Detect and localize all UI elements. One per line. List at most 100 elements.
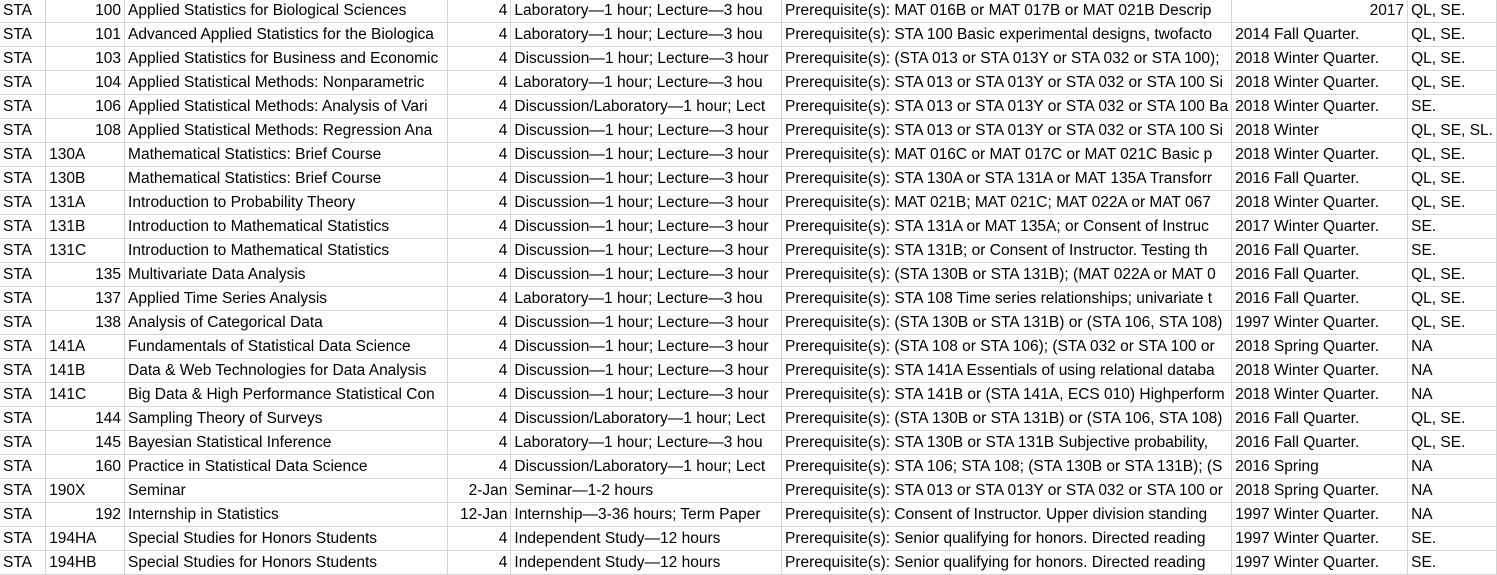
number-cell[interactable]: 106 (45, 94, 126, 119)
prerequisites-cell[interactable]: Prerequisite(s): Senior qualifying for h… (781, 550, 1233, 575)
subject-cell[interactable]: STA (0, 454, 47, 479)
ge-cell[interactable]: QL, SE. (1407, 142, 1497, 167)
format-cell[interactable]: Discussion—1 hour; Lecture—3 hour (510, 166, 783, 191)
subject-cell[interactable]: STA (0, 550, 47, 575)
title-cell[interactable]: Sampling Theory of Surveys (124, 406, 448, 431)
title-cell[interactable]: Practice in Statistical Data Science (124, 454, 448, 479)
subject-cell[interactable]: STA (0, 118, 47, 143)
first-offered-cell[interactable]: 2018 Spring Quarter. (1231, 478, 1409, 503)
first-offered-cell[interactable]: 2018 Winter Quarter. (1231, 46, 1409, 71)
title-cell[interactable]: Introduction to Probability Theory (124, 190, 448, 215)
units-cell[interactable]: 4 (446, 46, 512, 71)
format-cell[interactable]: Discussion—1 hour; Lecture—3 hour (510, 262, 783, 287)
ge-cell[interactable]: QL, SE. (1407, 430, 1497, 455)
first-offered-cell[interactable]: 1997 Winter Quarter. (1231, 550, 1409, 575)
ge-cell[interactable]: QL, SE. (1407, 286, 1497, 311)
units-cell[interactable]: 4 (446, 94, 512, 119)
first-offered-cell[interactable]: 2018 Spring Quarter. (1231, 334, 1409, 359)
format-cell[interactable]: Discussion/Laboratory—1 hour; Lect (510, 406, 783, 431)
units-cell[interactable]: 4 (446, 310, 512, 335)
units-cell[interactable]: 4 (446, 286, 512, 311)
format-cell[interactable]: Laboratory—1 hour; Lecture—3 hou (510, 430, 783, 455)
ge-cell[interactable]: QL, SE. (1407, 22, 1497, 47)
prerequisites-cell[interactable]: Prerequisite(s): (STA 108 or STA 106); (… (781, 334, 1233, 359)
first-offered-cell[interactable]: 2016 Fall Quarter. (1231, 262, 1409, 287)
first-offered-cell[interactable]: 2018 Winter Quarter. (1231, 190, 1409, 215)
ge-cell[interactable]: NA (1407, 382, 1497, 407)
format-cell[interactable]: Laboratory—1 hour; Lecture—3 hou (510, 0, 783, 23)
number-cell[interactable]: 135 (45, 262, 126, 287)
first-offered-cell[interactable]: 2016 Fall Quarter. (1231, 430, 1409, 455)
first-offered-cell[interactable]: 2016 Fall Quarter. (1231, 166, 1409, 191)
prerequisites-cell[interactable]: Prerequisite(s): (STA 130B or STA 131B) … (781, 406, 1233, 431)
format-cell[interactable]: Discussion—1 hour; Lecture—3 hour (510, 46, 783, 71)
units-cell[interactable]: 4 (446, 22, 512, 47)
units-cell[interactable]: 4 (446, 142, 512, 167)
subject-cell[interactable]: STA (0, 358, 47, 383)
ge-cell[interactable]: NA (1407, 478, 1497, 503)
title-cell[interactable]: Applied Statistics for Business and Econ… (124, 46, 448, 71)
subject-cell[interactable]: STA (0, 406, 47, 431)
title-cell[interactable]: Applied Statistical Methods: Regression … (124, 118, 448, 143)
subject-cell[interactable]: STA (0, 70, 47, 95)
number-cell[interactable]: 104 (45, 70, 126, 95)
title-cell[interactable]: Mathematical Statistics: Brief Course (124, 166, 448, 191)
format-cell[interactable]: Discussion/Laboratory—1 hour; Lect (510, 454, 783, 479)
number-cell[interactable]: 138 (45, 310, 126, 335)
ge-cell[interactable]: QL, SE, SL. (1407, 118, 1497, 143)
subject-cell[interactable]: STA (0, 430, 47, 455)
first-offered-cell[interactable]: 1997 Winter Quarter. (1231, 502, 1409, 527)
format-cell[interactable]: Discussion—1 hour; Lecture—3 hour (510, 382, 783, 407)
first-offered-cell[interactable]: 2018 Winter Quarter. (1231, 142, 1409, 167)
first-offered-cell[interactable]: 1997 Winter Quarter. (1231, 310, 1409, 335)
subject-cell[interactable]: STA (0, 22, 47, 47)
format-cell[interactable]: Independent Study—12 hours (510, 526, 783, 551)
units-cell[interactable]: 4 (446, 262, 512, 287)
title-cell[interactable]: Applied Statistics for Biological Scienc… (124, 0, 448, 23)
title-cell[interactable]: Special Studies for Honors Students (124, 550, 448, 575)
subject-cell[interactable]: STA (0, 502, 47, 527)
units-cell[interactable]: 4 (446, 334, 512, 359)
title-cell[interactable]: Applied Statistical Methods: Analysis of… (124, 94, 448, 119)
prerequisites-cell[interactable]: Prerequisite(s): Senior qualifying for h… (781, 526, 1233, 551)
subject-cell[interactable]: STA (0, 190, 47, 215)
number-cell[interactable]: 160 (45, 454, 126, 479)
ge-cell[interactable]: SE. (1407, 238, 1497, 263)
prerequisites-cell[interactable]: Prerequisite(s): STA 013 or STA 013Y or … (781, 118, 1233, 143)
number-cell[interactable]: 144 (45, 406, 126, 431)
prerequisites-cell[interactable]: Prerequisite(s): STA 108 Time series rel… (781, 286, 1233, 311)
number-cell[interactable]: 131A (45, 190, 126, 215)
title-cell[interactable]: Introduction to Mathematical Statistics (124, 214, 448, 239)
prerequisites-cell[interactable]: Prerequisite(s): STA 131A or MAT 135A; o… (781, 214, 1233, 239)
title-cell[interactable]: Analysis of Categorical Data (124, 310, 448, 335)
format-cell[interactable]: Laboratory—1 hour; Lecture—3 hou (510, 70, 783, 95)
ge-cell[interactable]: QL, SE. (1407, 190, 1497, 215)
number-cell[interactable]: 190X (45, 478, 126, 503)
number-cell[interactable]: 130A (45, 142, 126, 167)
ge-cell[interactable]: QL, SE. (1407, 406, 1497, 431)
prerequisites-cell[interactable]: Prerequisite(s): Consent of Instructor. … (781, 502, 1233, 527)
units-cell[interactable]: 4 (446, 70, 512, 95)
format-cell[interactable]: Discussion—1 hour; Lecture—3 hour (510, 310, 783, 335)
first-offered-cell[interactable]: 2018 Winter (1231, 118, 1409, 143)
ge-cell[interactable]: NA (1407, 502, 1497, 527)
format-cell[interactable]: Laboratory—1 hour; Lecture—3 hou (510, 22, 783, 47)
first-offered-cell[interactable]: 2018 Winter Quarter. (1231, 358, 1409, 383)
subject-cell[interactable]: STA (0, 214, 47, 239)
prerequisites-cell[interactable]: Prerequisite(s): STA 100 Basic experimen… (781, 22, 1233, 47)
units-cell[interactable]: 4 (446, 214, 512, 239)
prerequisites-cell[interactable]: Prerequisite(s): STA 013 or STA 013Y or … (781, 94, 1233, 119)
number-cell[interactable]: 131B (45, 214, 126, 239)
first-offered-cell[interactable]: 2016 Fall Quarter. (1231, 238, 1409, 263)
title-cell[interactable]: Applied Time Series Analysis (124, 286, 448, 311)
units-cell[interactable]: 4 (446, 358, 512, 383)
format-cell[interactable]: Discussion—1 hour; Lecture—3 hour (510, 142, 783, 167)
number-cell[interactable]: 192 (45, 502, 126, 527)
units-cell[interactable]: 4 (446, 166, 512, 191)
number-cell[interactable]: 131C (45, 238, 126, 263)
number-cell[interactable]: 103 (45, 46, 126, 71)
ge-cell[interactable]: NA (1407, 358, 1497, 383)
format-cell[interactable]: Internship—3-36 hours; Term Paper (510, 502, 783, 527)
subject-cell[interactable]: STA (0, 310, 47, 335)
first-offered-cell[interactable]: 2016 Fall Quarter. (1231, 286, 1409, 311)
